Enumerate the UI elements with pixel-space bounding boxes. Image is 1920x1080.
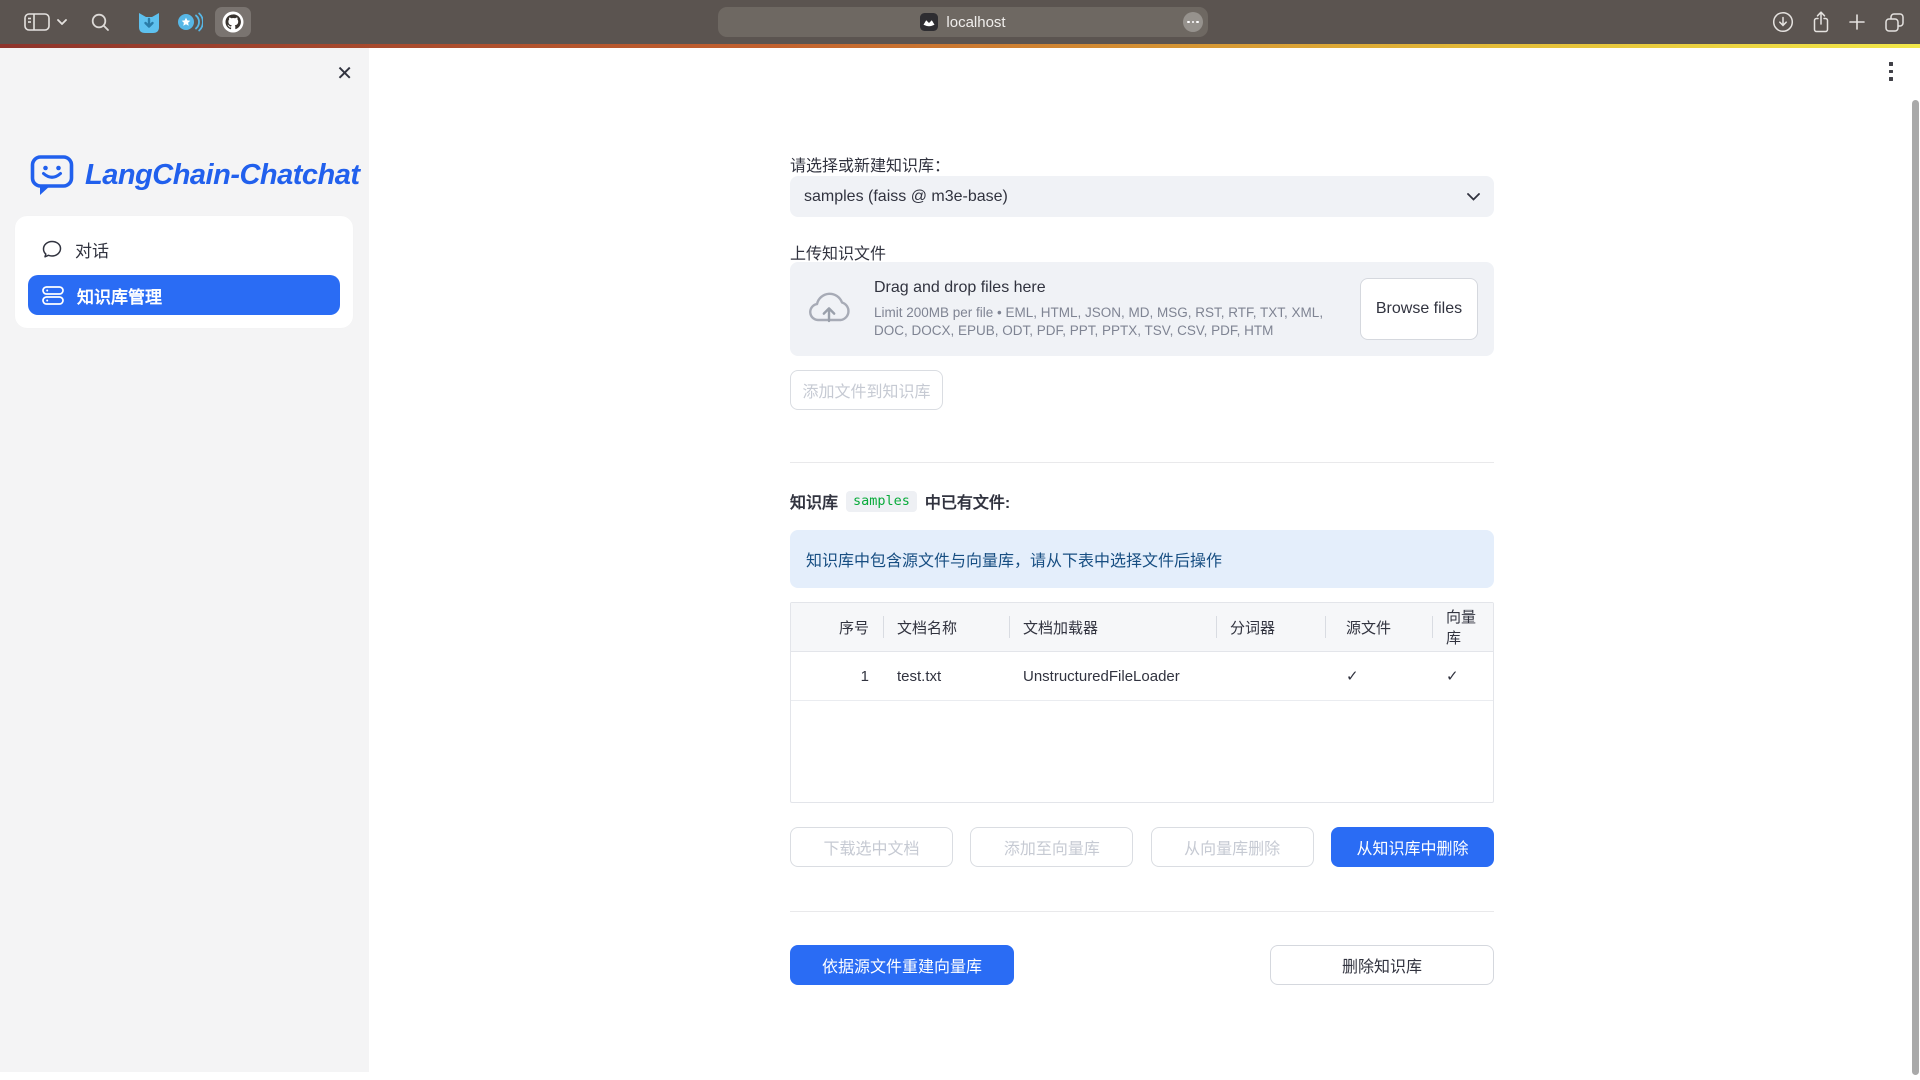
browse-files-button[interactable]: Browse files — [1360, 278, 1478, 340]
chat-icon — [42, 239, 62, 259]
col-header-vector: 向量库 — [1432, 603, 1493, 651]
nav-item-label: 对话 — [75, 237, 109, 262]
delete-kb-button[interactable]: 删除知识库 — [1270, 945, 1494, 985]
search-icon[interactable] — [91, 13, 110, 32]
info-text: 知识库中包含源文件与向量库，请从下表中选择文件后操作 — [806, 547, 1222, 571]
chevron-down-icon — [1467, 193, 1480, 201]
col-header-index: 序号 — [791, 603, 883, 651]
kb-files-heading: 知识库 samples 中已有文件: — [790, 489, 1010, 513]
kb-global-actions: 依据源文件重建向量库 删除知识库 — [790, 945, 1494, 985]
github-icon[interactable] — [215, 7, 251, 37]
site-favicon — [920, 13, 938, 31]
rebuild-vectorstore-button[interactable]: 依据源文件重建向量库 — [790, 945, 1014, 985]
cloud-upload-icon — [806, 291, 852, 327]
dropzone-title: Drag and drop files here — [874, 279, 1338, 297]
delete-from-vectorstore-button[interactable]: 从向量库删除 — [1151, 827, 1314, 867]
downloads-icon[interactable] — [1772, 11, 1794, 33]
sidebar-toggle-icon[interactable] — [24, 12, 51, 32]
sidebar: ✕ LangChain-Chatchat 对话 — [0, 48, 369, 1072]
divider — [790, 462, 1494, 463]
add-to-vectorstore-button[interactable]: 添加至向量库 — [970, 827, 1133, 867]
table-actions: 下载选中文档 添加至向量库 从向量库删除 从知识库中删除 — [790, 827, 1494, 867]
cat-extension-icon[interactable] — [136, 9, 162, 35]
col-header-name: 文档名称 — [883, 603, 1009, 651]
delete-from-kb-button[interactable]: 从知识库中删除 — [1331, 827, 1494, 867]
upload-label: 上传知识文件 — [790, 240, 886, 264]
cell-splitter — [1216, 652, 1325, 700]
app-menu-icon[interactable] — [1889, 62, 1893, 81]
tab-overview-icon[interactable] — [1883, 11, 1906, 34]
nav-item-knowledge-base[interactable]: 知识库管理 — [28, 275, 340, 315]
dropzone-limit: Limit 200MB per file • EML, HTML, JSON, … — [874, 304, 1338, 340]
address-text: localhost — [946, 14, 1005, 31]
close-icon[interactable]: ✕ — [336, 64, 353, 84]
kb-select[interactable]: samples (faiss @ m3e-base) — [790, 176, 1494, 217]
logo-text: LangChain-Chatchat — [85, 159, 360, 192]
download-selected-button[interactable]: 下载选中文档 — [790, 827, 953, 867]
cell-source-check: ✓ — [1325, 652, 1432, 700]
page-options-icon[interactable] — [1183, 12, 1203, 32]
address-bar[interactable]: localhost — [718, 7, 1208, 37]
nav-item-label: 知识库管理 — [77, 283, 162, 308]
cell-vector-check: ✓ — [1432, 652, 1493, 700]
kb-name-code: samples — [846, 491, 917, 512]
database-icon — [42, 286, 64, 305]
rings-extension-icon[interactable] — [176, 9, 203, 35]
table-row[interactable]: 1 test.txt UnstructuredFileLoader ✓ ✓ — [791, 652, 1493, 701]
kb-heading-prefix: 知识库 — [790, 489, 838, 513]
col-header-splitter: 分词器 — [1216, 603, 1325, 651]
chevron-down-icon[interactable] — [57, 19, 67, 25]
cell-loader: UnstructuredFileLoader — [1009, 652, 1216, 700]
kb-select-label: 请选择或新建知识库： — [790, 152, 950, 176]
nav-item-chat[interactable]: 对话 — [28, 229, 340, 269]
info-banner: 知识库中包含源文件与向量库，请从下表中选择文件后操作 — [790, 530, 1494, 588]
chat-bubble-logo-icon — [30, 154, 74, 196]
col-header-loader: 文档加载器 — [1009, 603, 1216, 651]
file-dropzone[interactable]: Drag and drop files here Limit 200MB per… — [790, 262, 1494, 356]
table-header: 序号 文档名称 文档加载器 分词器 源文件 向量库 — [791, 603, 1493, 652]
browser-toolbar: localhost — [0, 0, 1920, 44]
app-logo: LangChain-Chatchat — [30, 154, 360, 196]
col-header-source: 源文件 — [1325, 603, 1432, 651]
new-tab-icon[interactable] — [1848, 13, 1866, 31]
app-page: ✕ LangChain-Chatchat 对话 — [0, 48, 1920, 1080]
share-icon[interactable] — [1811, 10, 1831, 34]
scrollbar-thumb[interactable] — [1912, 100, 1919, 1075]
kb-heading-suffix: 中已有文件: — [925, 489, 1010, 513]
add-files-button[interactable]: 添加文件到知识库 — [790, 370, 943, 410]
nav-menu: 对话 知识库管理 — [15, 216, 353, 328]
cell-index: 1 — [791, 652, 883, 700]
divider — [790, 911, 1494, 912]
cell-name: test.txt — [883, 652, 1009, 700]
files-table: 序号 文档名称 文档加载器 分词器 源文件 向量库 1 test.txt Uns… — [790, 602, 1494, 803]
kb-select-value: samples (faiss @ m3e-base) — [804, 188, 1008, 206]
